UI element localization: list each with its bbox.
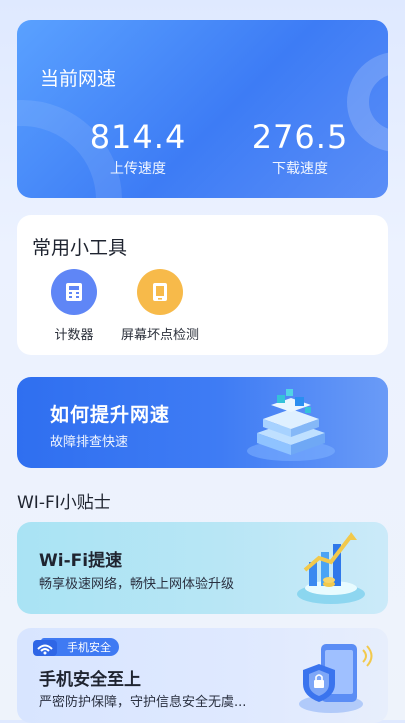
calculator-icon bbox=[51, 269, 97, 315]
wifi-speedup-card[interactable]: Wi-Fi提速 畅享极速网络，畅快上网体验升级 bbox=[17, 522, 388, 614]
tools-card: 常用小工具 计数器 屏幕坏点检测 bbox=[17, 215, 388, 355]
speed-card: 当前网速 814.4 上传速度 276.5 下载速度 bbox=[17, 20, 388, 198]
security-badge: 手机安全 bbox=[31, 638, 119, 656]
growth-chart-illustration bbox=[281, 528, 381, 614]
upload-speed-label: 上传速度 bbox=[110, 161, 166, 177]
tool-screen-check[interactable]: 屏幕坏点检测 bbox=[105, 269, 215, 343]
download-speed-label: 下载速度 bbox=[272, 161, 328, 177]
wifi-tip-subtitle: 畅享极速网络，畅快上网体验升级 bbox=[39, 577, 235, 592]
wifi-badge-icon bbox=[33, 640, 57, 656]
security-tip-title: 手机安全至上 bbox=[39, 670, 141, 690]
screen-check-icon bbox=[137, 269, 183, 315]
speed-card-title: 当前网速 bbox=[40, 68, 117, 90]
upload-speed-value: 814.4 bbox=[89, 118, 187, 156]
wifi-tip-title: Wi-Fi提速 bbox=[39, 551, 123, 571]
banner-subtitle: 故障排查快速 bbox=[50, 435, 129, 450]
tools-title: 常用小工具 bbox=[32, 237, 128, 259]
speed-tips-banner[interactable]: 如何提升网速 故障排查快速 bbox=[17, 377, 388, 468]
security-tip-subtitle: 严密防护保障，守护信息安全无虞... bbox=[39, 695, 247, 710]
tool-label: 屏幕坏点检测 bbox=[120, 328, 199, 343]
phone-shield-illustration bbox=[283, 634, 383, 722]
wifi-tips-section-title: WI-FI小贴士 bbox=[17, 493, 111, 513]
banner-title: 如何提升网速 bbox=[50, 404, 171, 426]
phone-security-card[interactable]: 手机安全 手机安全至上 严密防护保障，守护信息安全无虞... bbox=[17, 628, 388, 723]
server-stack-illustration bbox=[239, 385, 349, 468]
download-speed-value: 276.5 bbox=[251, 118, 349, 156]
